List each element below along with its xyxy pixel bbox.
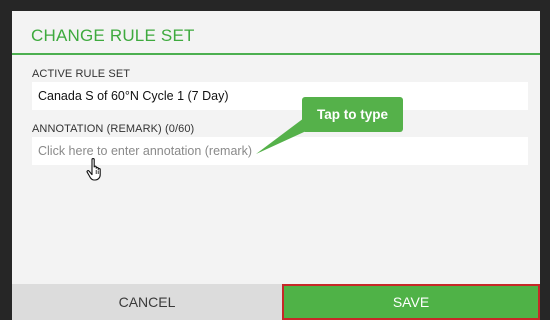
save-button[interactable]: SAVE [282,284,540,320]
dialog-header: CHANGE RULE SET [12,11,540,55]
active-rule-set-value[interactable]: Canada S of 60°N Cycle 1 (7 Day) [32,82,528,110]
annotation-label: ANNOTATION (REMARK) (0/60) [32,123,195,135]
active-rule-set-label: ACTIVE RULE SET [32,68,131,80]
tooltip-tail [256,118,304,154]
cancel-button[interactable]: CANCEL [12,284,282,320]
dialog-title: CHANGE RULE SET [31,26,195,45]
hand-pointer-icon [86,158,101,181]
tap-to-type-tooltip: Tap to type [302,97,403,132]
